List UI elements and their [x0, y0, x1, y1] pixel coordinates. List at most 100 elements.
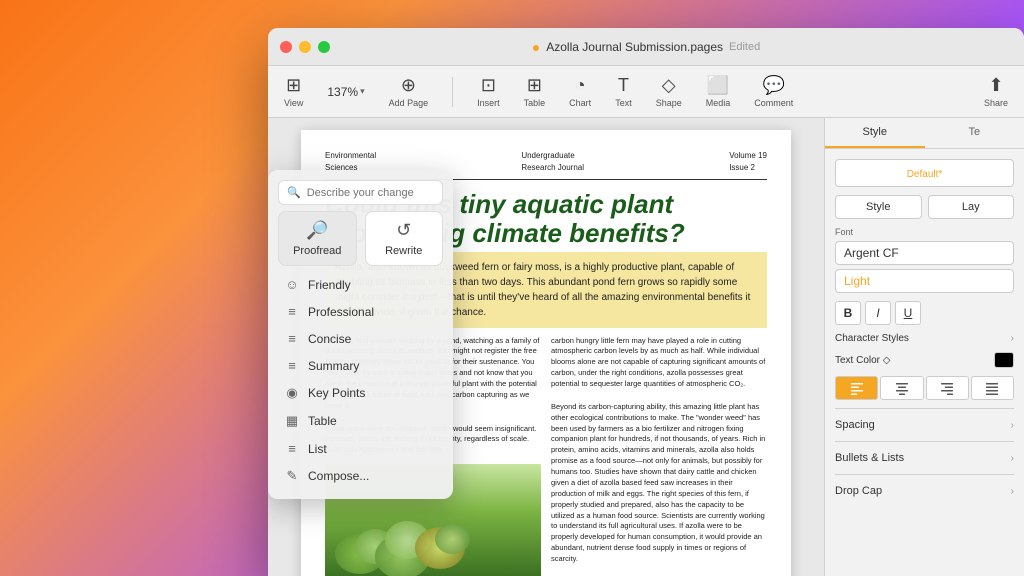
describe-change-input[interactable]: 🔍: [278, 180, 443, 205]
shape-icon: ◇: [662, 75, 676, 96]
view-button[interactable]: ⊞ View: [284, 75, 303, 108]
bullets-section[interactable]: Bullets & Lists ›: [835, 441, 1014, 466]
proofread-button[interactable]: 🔎 Proofread: [278, 211, 357, 266]
underline-button[interactable]: U: [895, 301, 921, 325]
layout-button[interactable]: Lay: [928, 195, 1015, 219]
insert-button[interactable]: ⊡ Insert: [477, 75, 500, 108]
list-item[interactable]: ≡ List: [278, 436, 443, 461]
professional-label: Professional: [308, 305, 374, 319]
main-window: ● Azolla Journal Submission.pages Edited…: [268, 28, 1024, 576]
proofread-icon: 🔎: [306, 220, 328, 241]
sidebar-panel-content: Default* Style Lay Font Argent CF Light …: [825, 149, 1024, 576]
align-left-button[interactable]: [835, 376, 878, 400]
zoom-value: 137%: [327, 85, 358, 99]
edited-label: Edited: [729, 41, 760, 53]
align-right-button[interactable]: [926, 376, 969, 400]
list-icon: ≡: [284, 441, 300, 456]
minimize-button[interactable]: [299, 41, 311, 53]
key-points-item[interactable]: ◉ Key Points: [278, 380, 443, 406]
style-button[interactable]: Style: [835, 195, 922, 219]
title-dot: ●: [532, 39, 540, 55]
change-input-field[interactable]: [307, 187, 434, 199]
zoom-control[interactable]: 137% ▾: [327, 85, 364, 99]
key-points-label: Key Points: [308, 386, 365, 400]
align-justify-button[interactable]: [971, 376, 1014, 400]
text-button[interactable]: T Text: [615, 75, 632, 108]
bullets-header[interactable]: Bullets & Lists ›: [835, 450, 1014, 466]
spacing-label: Spacing: [835, 419, 875, 431]
text-format-row: B I U: [835, 301, 1014, 325]
font-label: Font: [835, 227, 1014, 237]
tab-style[interactable]: Style: [825, 118, 925, 148]
concise-label: Concise: [308, 332, 351, 346]
share-button[interactable]: ⬆ Share: [984, 75, 1008, 108]
compose-item[interactable]: ✎ Compose...: [278, 463, 443, 489]
tab-text[interactable]: Te: [925, 118, 1024, 148]
chevron-down-icon: ▾: [360, 86, 365, 97]
media-button[interactable]: ⬜ Media: [706, 75, 731, 108]
spacing-section[interactable]: Spacing ›: [835, 408, 1014, 433]
professional-item[interactable]: ≡ Professional: [278, 299, 443, 324]
toolbar-divider: [452, 77, 453, 107]
chart-button[interactable]: ◔ Chart: [569, 75, 591, 108]
character-styles-row: Character Styles ›: [835, 333, 1014, 344]
key-points-icon: ◉: [284, 385, 300, 401]
drop-cap-header[interactable]: Drop Cap ›: [835, 483, 1014, 499]
view-icon: ⊞: [286, 75, 301, 96]
font-name-selector[interactable]: Argent CF: [835, 241, 1014, 265]
rewrite-icon: ↺: [396, 220, 411, 241]
spacing-chevron: ›: [1011, 420, 1014, 431]
text-icon: T: [618, 75, 629, 96]
default-style-selector[interactable]: Default*: [835, 159, 1014, 187]
bullets-label: Bullets & Lists: [835, 452, 904, 464]
writing-tools-panel: 🔍 🔎 Proofread ↺ Rewrite: [268, 170, 453, 499]
text-color-row: Text Color ◇: [835, 352, 1014, 368]
friendly-item[interactable]: ☺ Friendly: [278, 272, 443, 297]
concise-icon: ≡: [284, 331, 300, 346]
close-button[interactable]: [280, 41, 292, 53]
character-styles-label: Character Styles: [835, 333, 909, 344]
comment-button[interactable]: 💬 Comment: [754, 75, 793, 108]
summary-item[interactable]: ≡ Summary: [278, 353, 443, 378]
drop-cap-section[interactable]: Drop Cap ›: [835, 474, 1014, 499]
document-area[interactable]: Environmental Sciences Undergraduate Res…: [268, 118, 824, 576]
align-justify-icon: [985, 381, 999, 395]
spacing-header[interactable]: Spacing ›: [835, 417, 1014, 433]
concise-item[interactable]: ≡ Concise: [278, 326, 443, 351]
insert-icon: ⊡: [481, 75, 496, 96]
shape-button[interactable]: ◇ Shape: [656, 75, 682, 108]
traffic-lights: [280, 41, 330, 53]
friendly-icon: ☺: [284, 277, 300, 292]
text-color-label: Text Color ◇: [835, 355, 890, 366]
table-item[interactable]: ▦ Table: [278, 408, 443, 434]
sidebar-tabs: Style Te: [825, 118, 1024, 149]
bullets-chevron: ›: [1011, 453, 1014, 464]
table-item-icon: ▦: [284, 413, 300, 429]
italic-button[interactable]: I: [865, 301, 891, 325]
drop-cap-chevron: ›: [1011, 486, 1014, 497]
bold-button[interactable]: B: [835, 301, 861, 325]
rewrite-label: Rewrite: [385, 245, 422, 257]
font-weight-selector[interactable]: Light: [835, 269, 1014, 293]
add-page-button[interactable]: ⊕ Add Page: [389, 75, 429, 108]
search-icon: 🔍: [287, 186, 301, 199]
right-column: carbon hungry little fern may have playe…: [551, 336, 767, 576]
right-sidebar: Style Te Default* Style Lay Font Argent …: [824, 118, 1024, 576]
align-center-icon: [895, 381, 909, 395]
comment-icon: 💬: [763, 75, 785, 96]
main-content: Environmental Sciences Undergraduate Res…: [268, 118, 1024, 576]
default-asterisk: *: [938, 169, 942, 180]
panel-actions: 🔎 Proofread ↺ Rewrite: [278, 211, 443, 266]
fullscreen-button[interactable]: [318, 41, 330, 53]
align-right-icon: [940, 381, 954, 395]
default-style-label: Default: [907, 169, 939, 180]
color-swatch[interactable]: [994, 352, 1014, 368]
align-center-button[interactable]: [880, 376, 923, 400]
header-env-sciences-line1: Environmental: [325, 150, 376, 161]
body-text-right1: carbon hungry little fern may have playe…: [551, 336, 767, 390]
writing-tools-list: ☺ Friendly ≡ Professional ≡ Concise ≡ Su…: [278, 272, 443, 489]
table-button[interactable]: ⊞ Table: [524, 75, 546, 108]
proofread-label: Proofread: [293, 245, 341, 257]
header-journal-line1: Undergraduate: [521, 150, 584, 161]
rewrite-button[interactable]: ↺ Rewrite: [365, 211, 444, 266]
